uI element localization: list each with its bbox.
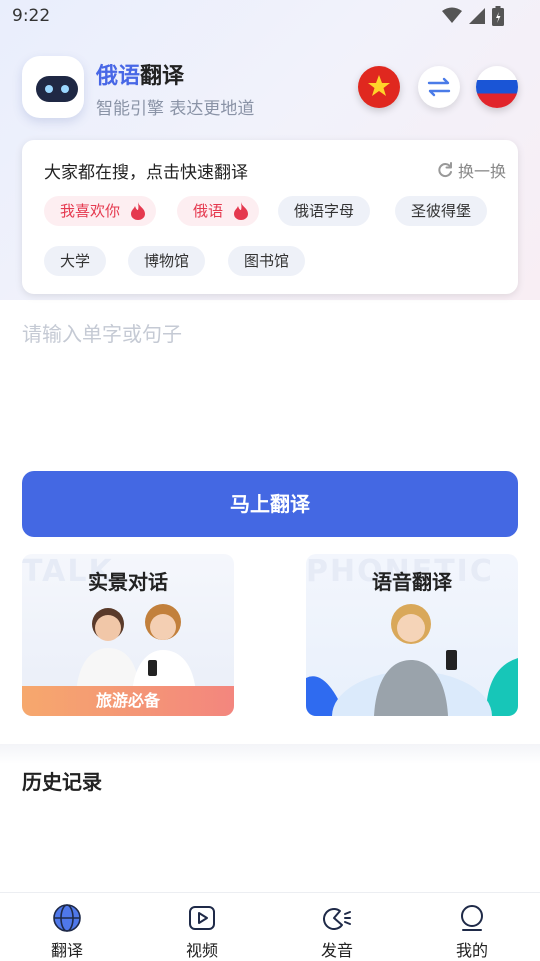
search-chip[interactable]: 博物馆 [128, 246, 206, 276]
trending-search-card: 大家都在搜，点击快速翻译 换一换 我喜欢你 俄语 俄语字母 圣彼得堡 大学 博物… [22, 140, 518, 294]
voice-translate-card[interactable]: PHONETIC 语音翻译 [306, 554, 518, 716]
history-title: 历史记录 [22, 770, 102, 794]
nav-label: 翻译 [50, 941, 83, 960]
nav-item-profile[interactable]: 我的 [432, 903, 512, 961]
search-chip[interactable]: 图书馆 [228, 246, 306, 276]
battery-icon [492, 6, 504, 26]
refresh-button[interactable]: 换一换 [436, 158, 506, 182]
hot-flame-icon [131, 202, 146, 220]
user-icon [461, 905, 483, 931]
feature-tag: 旅游必备 [22, 686, 234, 716]
trending-title: 大家都在搜，点击快速翻译 [44, 163, 248, 183]
status-time: 9:22 [12, 6, 51, 26]
search-chip[interactable]: 大学 [44, 246, 107, 276]
section-divider [0, 744, 540, 764]
refresh-label: 换一换 [457, 162, 506, 181]
app-subtitle: 智能引擎 表达更地道 [96, 99, 255, 119]
nav-item-translate[interactable]: 翻译 [27, 903, 107, 961]
hot-flame-icon [234, 202, 249, 220]
feature-title: 语音翻译 [372, 570, 452, 594]
refresh-icon [438, 162, 452, 178]
nav-item-pronounce[interactable]: 发音 [297, 903, 377, 961]
feature-title: 实景对话 [88, 570, 168, 594]
search-chip[interactable]: 俄语字母 [278, 196, 371, 226]
translation-input[interactable]: 请输入单字或句子 [22, 318, 182, 347]
swap-arrows-icon [427, 77, 451, 97]
china-flag-icon [368, 75, 390, 96]
status-bar: 9:22 [0, 0, 540, 34]
people-illustration [76, 604, 196, 694]
woman-illustration [306, 604, 518, 716]
swap-languages-button[interactable] [418, 66, 460, 108]
signal-icon [469, 8, 485, 24]
globe-icon [53, 904, 81, 932]
source-language-button[interactable] [358, 66, 400, 108]
scene-dialogue-card[interactable]: TALK 实景对话 旅游必备 [22, 554, 234, 716]
wifi-icon [442, 7, 462, 23]
pronounce-icon [323, 908, 351, 930]
search-chip[interactable]: 俄语 [177, 196, 260, 226]
search-chip[interactable]: 圣彼得堡 [395, 196, 488, 226]
nav-label: 我的 [455, 941, 488, 960]
bottom-navigation: 翻译 视频 发音 我的 [0, 892, 540, 961]
search-chip[interactable]: 我喜欢你 [44, 196, 157, 226]
translate-button[interactable]: 马上翻译 [22, 471, 518, 537]
robot-face-icon [36, 76, 78, 102]
target-language-button[interactable] [476, 66, 518, 108]
nav-label: 发音 [320, 941, 353, 960]
app-logo [22, 56, 84, 118]
nav-label: 视频 [185, 941, 218, 960]
app-title: 俄语翻译 [96, 64, 185, 89]
nav-item-video[interactable]: 视频 [162, 903, 242, 961]
app-header: 俄语翻译 智能引擎 表达更地道 [22, 56, 522, 126]
play-icon [189, 906, 215, 930]
